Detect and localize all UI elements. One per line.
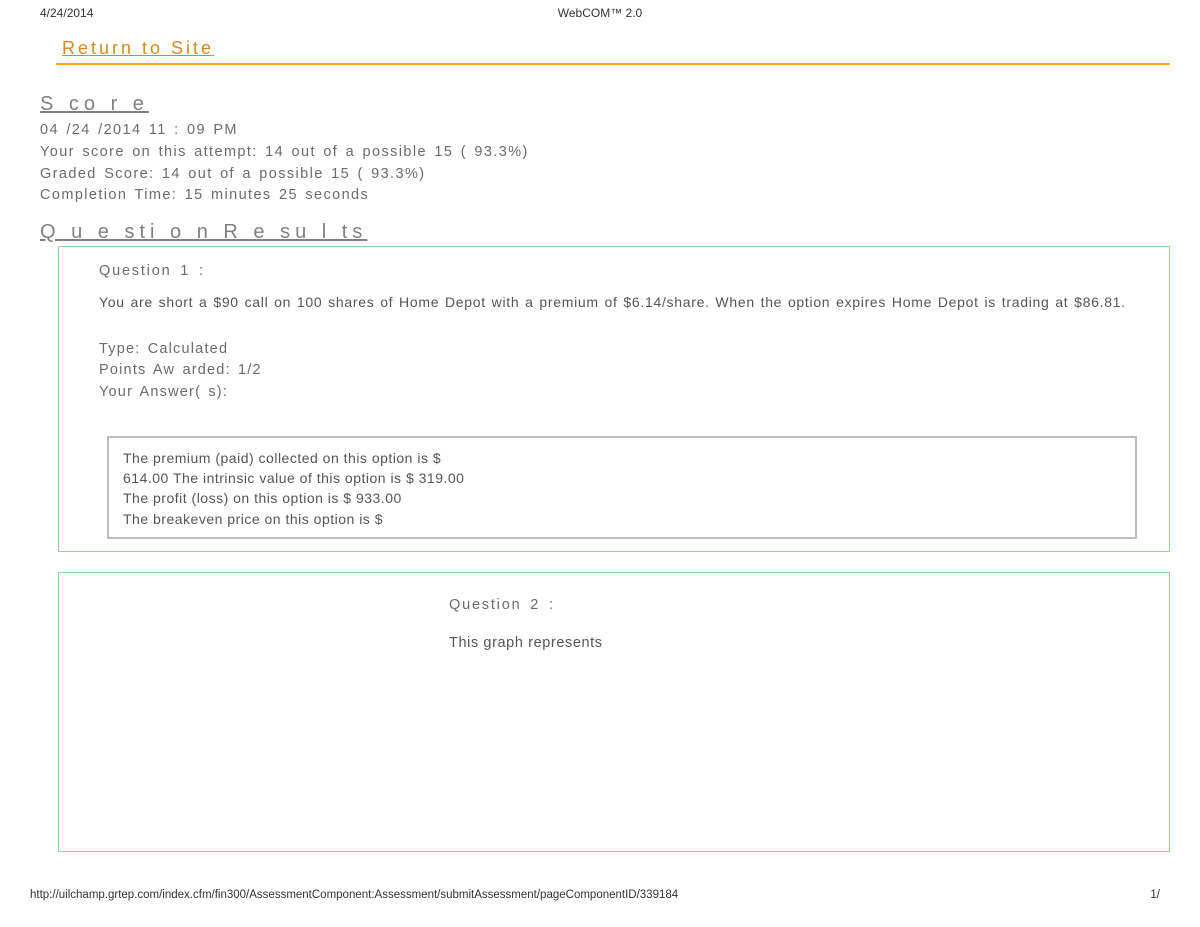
print-footer: http://uilchamp.grtep.com/index.cfm/fin3… <box>0 889 1200 901</box>
question-1-title: Question 1 : <box>99 263 1157 279</box>
footer-url: http://uilchamp.grtep.com/index.cfm/fin3… <box>30 889 678 901</box>
your-score-line: Your score on this attempt: 14 out of a … <box>40 142 1170 164</box>
question-1-type: Type: Calculated <box>99 339 1157 361</box>
score-section: S co r e 04 /24 /2014 11 : 09 PM Your sc… <box>40 93 1170 207</box>
question-1-your-answers-label: Your Answer( s): <box>99 382 1157 404</box>
question-1-box: Question 1 : You are short a $90 call on… <box>58 246 1170 552</box>
graded-score-line: Graded Score: 14 out of a possible 15 ( … <box>40 164 1170 186</box>
print-title: WebCOM™ 2.0 <box>558 6 642 20</box>
question-1-text: You are short a $90 call on 100 shares o… <box>99 293 1157 313</box>
return-to-site-link[interactable]: Return to Site <box>62 38 214 59</box>
answer-line-1: The premium (paid) collected on this opt… <box>123 448 1121 468</box>
question-2-text: This graph represents <box>449 635 1157 651</box>
score-heading: S co r e <box>40 93 1170 116</box>
question-2-title: Question 2 : <box>449 597 1157 613</box>
question-results-heading: Q u e sti o n R e su l ts <box>40 221 1170 244</box>
footer-page: 1/ <box>1150 889 1160 901</box>
score-timestamp: 04 /24 /2014 11 : 09 PM <box>40 120 1170 142</box>
print-header: 4/24/2014 WebCOM™ 2.0 <box>0 0 1200 20</box>
question-2-box: Question 2 : This graph represents <box>58 572 1170 852</box>
answer-line-2: 614.00 The intrinsic value of this optio… <box>123 468 1121 488</box>
print-date: 4/24/2014 <box>40 6 93 20</box>
question-1-points: Points Aw arded: 1/2 <box>99 360 1157 382</box>
answer-line-3: The profit (loss) on this option is $ 93… <box>123 488 1121 508</box>
divider <box>56 63 1170 65</box>
answer-line-4: The breakeven price on this option is $ <box>123 509 1121 529</box>
question-1-answers-box: The premium (paid) collected on this opt… <box>107 436 1137 539</box>
completion-time-line: Completion Time: 15 minutes 25 seconds <box>40 185 1170 207</box>
